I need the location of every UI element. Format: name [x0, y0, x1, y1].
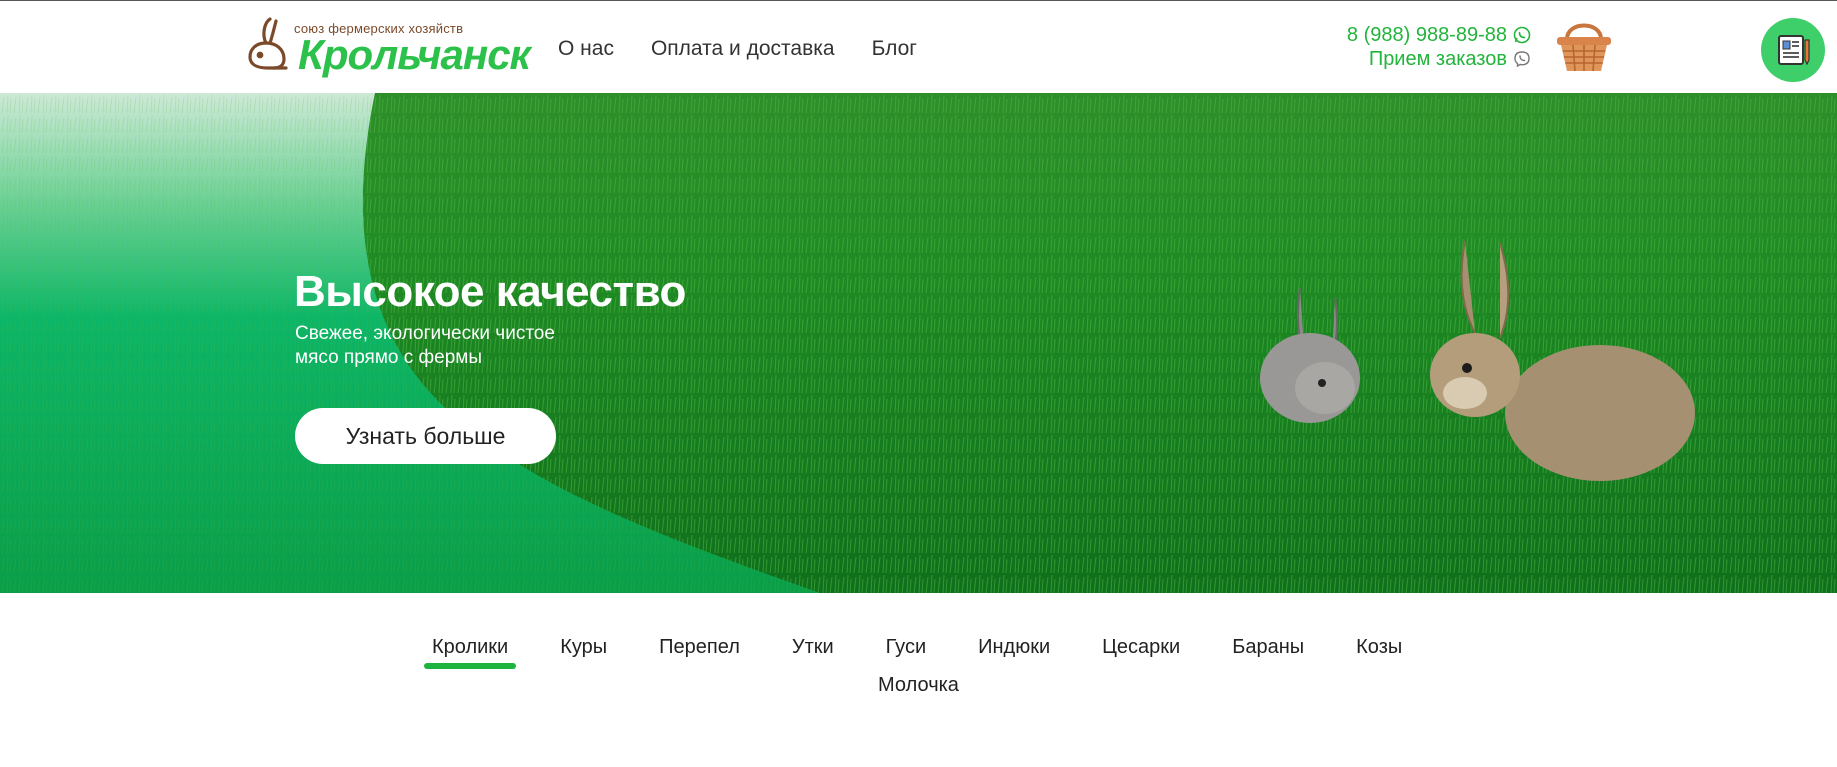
profile-button[interactable]: [1761, 18, 1825, 82]
viber-icon[interactable]: [1513, 50, 1531, 68]
whatsapp-icon[interactable]: [1513, 26, 1531, 44]
hero-banner: Высокое качество Свежее, экологически чи…: [0, 93, 1837, 593]
tab-goats[interactable]: Козы: [1356, 636, 1402, 659]
tab-turkeys[interactable]: Индюки: [978, 636, 1050, 659]
rabbit-logo-icon: [248, 17, 288, 70]
tab-guinea-fowl[interactable]: Цесарки: [1102, 636, 1180, 659]
hero-subtitle: Свежее, экологически чистое мясо прямо с…: [295, 322, 615, 370]
tab-rabbits[interactable]: Кролики: [423, 636, 517, 669]
nav-item-about[interactable]: О нас: [558, 37, 614, 61]
logo-name: Крольчанск: [298, 31, 531, 78]
category-tabs-row-2: Молочка: [0, 674, 1837, 697]
orders-label: Прием заказов: [1368, 47, 1507, 70]
tab-ducks[interactable]: Утки: [792, 636, 834, 659]
tab-chickens[interactable]: Куры: [560, 636, 607, 659]
logo-link[interactable]: союз фермерских хозяйств Крольчанск: [240, 11, 531, 78]
learn-more-button[interactable]: Узнать больше: [295, 408, 556, 464]
hero-title: Высокое качество: [294, 267, 686, 316]
basket-icon[interactable]: [1553, 13, 1615, 77]
contacts: 8 (988) 988-89-88 Прием заказов: [1347, 23, 1531, 71]
nav-item-payment-delivery[interactable]: Оплата и доставка: [651, 37, 835, 61]
grass-field-image: [0, 93, 1837, 593]
category-tabs: Кролики Куры Перепел Утки Гуси Индюки Це…: [423, 636, 1402, 669]
tab-geese[interactable]: Гуси: [886, 636, 926, 659]
site-header: союз фермерских хозяйств Крольчанск О на…: [0, 0, 1837, 93]
nav-item-blog[interactable]: Блог: [872, 37, 917, 61]
document-icon: [1778, 35, 1810, 66]
main-nav: О нас Оплата и доставка Блог: [558, 37, 917, 61]
tab-rams[interactable]: Бараны: [1232, 636, 1304, 659]
hero-subtitle-line-1: Свежее, экологически чистое: [295, 323, 555, 344]
hero-subtitle-line-2: мясо прямо с фермы: [295, 347, 483, 368]
tab-dairy[interactable]: Молочка: [878, 674, 959, 696]
phone-link[interactable]: 8 (988) 988-89-88: [1347, 24, 1507, 47]
tab-quail[interactable]: Перепел: [659, 636, 740, 659]
